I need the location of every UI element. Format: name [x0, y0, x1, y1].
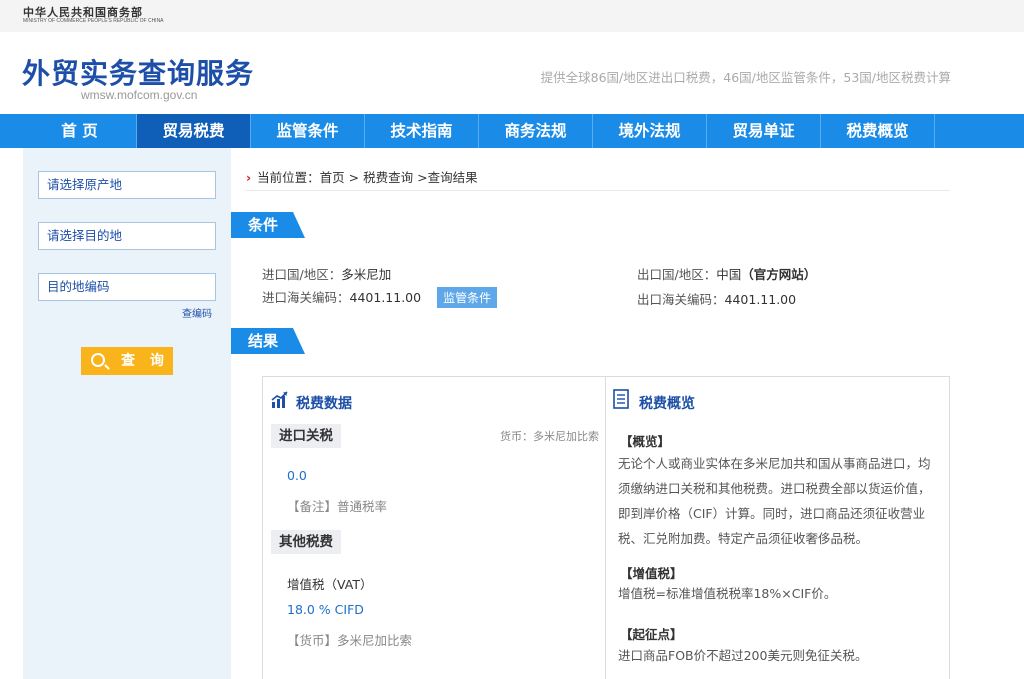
- overview-vat-text: 增值税=标准增值税税率18%×CIF价。: [618, 586, 837, 601]
- destination-code-input[interactable]: 目的地编码: [38, 273, 216, 301]
- overview-threshold-head: 【起征点】: [620, 627, 683, 642]
- vat-currency-note: 【货币】多米尼加比索: [287, 633, 413, 648]
- main-nav: 首 页 贸易税费 监管条件 技术指南 商务法规 境外法规 贸易单证 税费概览: [0, 114, 1024, 148]
- site-slogan: 提供全球86国/地区进出口税费，46国/地区监管条件，53国/地区税费计算: [540, 70, 951, 85]
- import-country-value: 多米尼加: [341, 267, 392, 282]
- vat-value: 18.0 % CIFD: [287, 602, 364, 617]
- ministry-topbar: 中华人民共和国商务部 MINISTRY OF COMMERCE PEOPLE'S…: [0, 0, 1024, 32]
- document-icon: [613, 389, 629, 409]
- import-country-row: 进口国/地区：多米尼加: [262, 264, 391, 283]
- results-divider: [605, 376, 606, 679]
- export-country-value: 中国: [716, 267, 742, 282]
- summary-line: 须缴纳进口关税和其他税费。进口税费全部以货运价值，: [618, 481, 931, 496]
- breadcrumb: › 当前位置：首页 > 税费查询 >查询结果: [246, 167, 478, 186]
- origin-select[interactable]: 请选择原产地: [38, 171, 216, 199]
- breadcrumb-arrow-icon: ›: [246, 170, 252, 185]
- import-code-label: 进口海关编码：: [262, 290, 350, 305]
- search-sidebar: 请选择原产地 请选择目的地 目的地编码 查编码 查 询: [23, 148, 231, 679]
- breadcrumb-sep: >: [348, 170, 360, 185]
- export-code-value: 4401.11.00: [724, 292, 797, 307]
- overview-summary-head: 【概览】: [620, 434, 671, 449]
- breadcrumb-divider: [246, 190, 950, 191]
- breadcrumb-tax-query[interactable]: 税费查询: [363, 170, 413, 185]
- breadcrumb-current: >查询结果: [417, 170, 478, 185]
- export-country-label: 出口国/地区：: [637, 267, 717, 282]
- official-site-link[interactable]: （官方网站）: [741, 267, 816, 282]
- overview-title: 税费概览: [639, 396, 695, 412]
- import-code-value: 4401.11.00: [349, 290, 422, 305]
- nav-item-home[interactable]: 首 页: [23, 114, 137, 148]
- nav-item-foreign-law[interactable]: 境外法规: [593, 114, 707, 148]
- summary-line: 即到岸价格（CIF）计算。同时，进口商品还须征收营业: [618, 506, 926, 521]
- nav-item-trade-docs[interactable]: 贸易单证: [707, 114, 821, 148]
- summary-line: 无论个人或商业实体在多米尼加共和国从事商品进口，均: [618, 456, 931, 471]
- nav-item-regulation[interactable]: 监管条件: [251, 114, 365, 148]
- site-url: wmsw.mofcom.gov.cn: [81, 88, 198, 102]
- import-duty-value: 0.0: [287, 468, 307, 483]
- ministry-name-en: MINISTRY OF COMMERCE PEOPLE'S REPUBLIC O…: [23, 18, 164, 24]
- regulation-badge-button[interactable]: 监管条件: [437, 287, 498, 308]
- import-duty-tab: 进口关税: [271, 424, 341, 448]
- vat-label: 增值税（VAT）: [287, 577, 373, 592]
- export-country-row: 出口国/地区：中国（官方网站）: [637, 264, 816, 283]
- search-button-label: 查 询: [121, 353, 169, 369]
- import-duty-note: 【备注】普通税率: [287, 499, 388, 514]
- currency-note: 货币：多米尼加比索: [500, 430, 599, 443]
- site-title[interactable]: 外贸实务查询服务: [22, 52, 254, 92]
- overview-vat-head: 【增值税】: [620, 566, 683, 581]
- lookup-code-link[interactable]: 查编码: [182, 305, 212, 320]
- chart-icon: [271, 391, 288, 408]
- other-taxes-tab: 其他税费: [271, 530, 341, 554]
- nav-item-tech-guide[interactable]: 技术指南: [365, 114, 479, 148]
- nav-item-commerce-law[interactable]: 商务法规: [479, 114, 593, 148]
- import-code-row: 进口海关编码：4401.11.00 监管条件: [262, 287, 498, 308]
- overview-threshold-text: 进口商品FOB价不超过200美元则免征关税。: [618, 648, 868, 663]
- nav-item-tax-overview[interactable]: 税费概览: [821, 114, 935, 148]
- conditions-ribbon: 条件: [231, 212, 305, 238]
- destination-select[interactable]: 请选择目的地: [38, 222, 216, 250]
- results-ribbon: 结果: [231, 328, 305, 354]
- nav-item-trade-tax[interactable]: 贸易税费: [137, 114, 251, 148]
- summary-line: 税、汇兑附加费。特定产品须征收奢侈品税。: [618, 531, 869, 546]
- tax-data-title: 税费数据: [296, 396, 352, 412]
- search-icon: [91, 353, 105, 367]
- search-button[interactable]: 查 询: [81, 347, 173, 375]
- breadcrumb-prefix: 当前位置：: [257, 170, 320, 185]
- breadcrumb-home[interactable]: 首页: [320, 170, 345, 185]
- import-country-label: 进口国/地区：: [262, 267, 342, 282]
- overview-summary-text: 无论个人或商业实体在多米尼加共和国从事商品进口，均 须缴纳进口关税和其他税费。进…: [618, 451, 938, 551]
- export-code-row: 出口海关编码：4401.11.00: [637, 289, 796, 308]
- export-code-label: 出口海关编码：: [637, 292, 725, 307]
